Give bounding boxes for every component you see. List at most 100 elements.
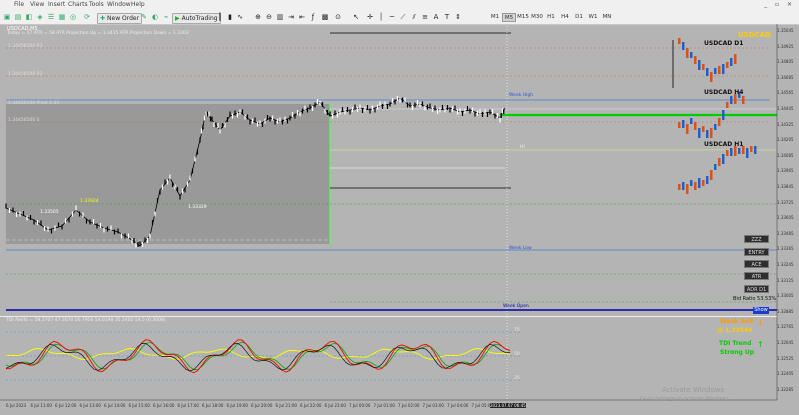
profiles-icon[interactable]: ▤ — [14, 13, 22, 21]
menu-tools[interactable]: Tools — [89, 1, 104, 8]
hlevel-label-r3: 1.34456500 R3 — [8, 44, 43, 49]
mini-label-h4: USDCAD H4 — [704, 89, 744, 96]
window-controls[interactable]: _ ▫ ✕ — [764, 1, 795, 8]
toolbar: ▣ ▤ ◧ ◈ ☰ ▦ ◎ ⟳ ✚ New Order ✎ ◐ ⌁ ▶ Auto… — [0, 11, 799, 25]
mini-candle — [698, 178, 701, 188]
vertical-line-icon[interactable]: │ — [377, 13, 385, 21]
candle — [256, 121, 259, 127]
tf-m5[interactable]: M5 — [502, 13, 516, 22]
tf-w1[interactable]: W1 — [586, 13, 600, 22]
entry-button[interactable]: ENTRY — [744, 248, 769, 256]
bar-chart-icon[interactable]: ┃ — [216, 13, 224, 21]
new-order-button[interactable]: ✚ New Order — [97, 13, 143, 24]
candle — [304, 105, 306, 111]
candle — [209, 116, 212, 122]
candlestick-icon[interactable]: ▮ — [226, 13, 234, 21]
candle — [241, 109, 244, 115]
candle — [221, 123, 224, 128]
menu-file[interactable]: File — [14, 1, 24, 8]
candle — [291, 112, 294, 117]
price-axis-label: 1.33485 — [777, 230, 794, 236]
menu-help[interactable]: Help — [131, 1, 145, 8]
autoscroll-icon[interactable]: ⇥ — [287, 13, 295, 21]
terminal-icon[interactable]: ▦ — [58, 13, 66, 21]
menu-charts[interactable]: Charts — [68, 1, 88, 8]
autotrading-button[interactable]: ▶ AutoTrading — [172, 13, 221, 24]
market-watch-icon[interactable]: ◧ — [25, 13, 33, 21]
line-chart-icon[interactable]: ∿ — [236, 13, 244, 21]
candle — [366, 105, 369, 110]
tf-m30[interactable]: M30 — [530, 13, 544, 22]
time-axis-label: 6 Jul 12:00 — [55, 403, 77, 408]
candle — [144, 237, 146, 243]
trendline-icon[interactable]: ⟋ — [399, 13, 407, 21]
templates-icon[interactable]: ▩ — [321, 13, 329, 21]
mini-candle — [714, 124, 717, 130]
ace-button[interactable]: ACE — [744, 260, 769, 268]
crosshair-icon[interactable]: ✛ — [366, 13, 374, 21]
tf-h1[interactable]: H1 — [544, 13, 558, 22]
show-button[interactable]: Show — [753, 307, 769, 314]
text-icon[interactable]: A — [432, 13, 440, 21]
candle — [120, 233, 123, 239]
tf-mn[interactable]: MN — [600, 13, 614, 22]
candle — [236, 112, 239, 118]
watermark-line-2: Go to Settings to activate Windows. — [640, 396, 730, 402]
candle — [499, 117, 501, 123]
tester-icon[interactable]: ◎ — [69, 13, 77, 21]
tile-icon[interactable]: ▥ — [276, 13, 284, 21]
tf-h4[interactable]: H4 — [558, 13, 572, 22]
candle — [276, 118, 279, 124]
navigator-icon[interactable]: ☰ — [47, 13, 55, 21]
label-icon[interactable]: T — [443, 13, 451, 21]
time-axis-label: 7 Jul 04:00 — [447, 403, 469, 408]
candle — [500, 113, 502, 118]
adr-d1-button[interactable]: ADR D1 — [744, 285, 769, 293]
candle — [409, 102, 411, 108]
refresh-icon[interactable]: ⟳ — [83, 13, 91, 21]
chart-shift-icon[interactable]: ⇤ — [298, 13, 306, 21]
candle — [40, 220, 42, 226]
candle — [456, 109, 459, 115]
periods-icon[interactable]: ⊙ — [334, 13, 342, 21]
price-axis-label: 1.34925 — [777, 43, 794, 49]
zoom-in-icon[interactable]: ⊕ — [254, 13, 262, 21]
chart-canvas[interactable] — [0, 24, 799, 415]
menu-view[interactable]: View — [30, 1, 44, 8]
candle — [249, 119, 251, 125]
mini-candle — [750, 146, 753, 152]
channel-icon[interactable]: ⫽ — [410, 13, 418, 21]
mini-candle — [678, 122, 681, 128]
tf-m15[interactable]: M15 — [516, 13, 530, 22]
tf-d1[interactable]: D1 — [572, 13, 586, 22]
signals-icon[interactable]: ⌁ — [162, 13, 170, 21]
mini-candle — [722, 110, 725, 120]
new-chart-icon[interactable]: ▣ — [3, 13, 11, 21]
data-window-icon[interactable]: ◈ — [36, 13, 44, 21]
metaeditor-icon[interactable]: ✎ — [140, 13, 148, 21]
tf-m1[interactable]: M1 — [488, 13, 502, 22]
cursor-icon[interactable]: ↖ — [352, 13, 360, 21]
fibonacci-icon[interactable]: ≡ — [421, 13, 429, 21]
candle — [451, 106, 454, 112]
candle — [391, 98, 394, 103]
candle — [82, 212, 84, 218]
indicators-icon[interactable]: ƒ — [309, 13, 317, 21]
arrows-icon[interactable]: ⇕ — [454, 13, 462, 21]
menu-window[interactable]: Window — [107, 1, 131, 8]
candle — [419, 102, 421, 108]
zzz-button[interactable]: ZZZ — [744, 235, 769, 243]
candle — [426, 104, 429, 110]
bid-ratio: Bid Ratio 53.53% — [733, 296, 777, 302]
color-icon[interactable]: ◐ — [151, 13, 159, 21]
weak-sell-label: Weak Sell — [720, 318, 754, 325]
chart-window[interactable] — [0, 24, 799, 415]
horizontal-line-icon[interactable]: ─ — [388, 13, 396, 21]
mini-candle — [734, 54, 737, 64]
candle — [169, 174, 171, 180]
strong-up-label: Strong Up — [720, 349, 755, 356]
zoom-out-icon[interactable]: ⊖ — [265, 13, 273, 21]
atr-button[interactable]: ATR — [744, 272, 769, 280]
mini-candle — [706, 130, 709, 138]
menu-insert[interactable]: Insert — [48, 1, 65, 8]
